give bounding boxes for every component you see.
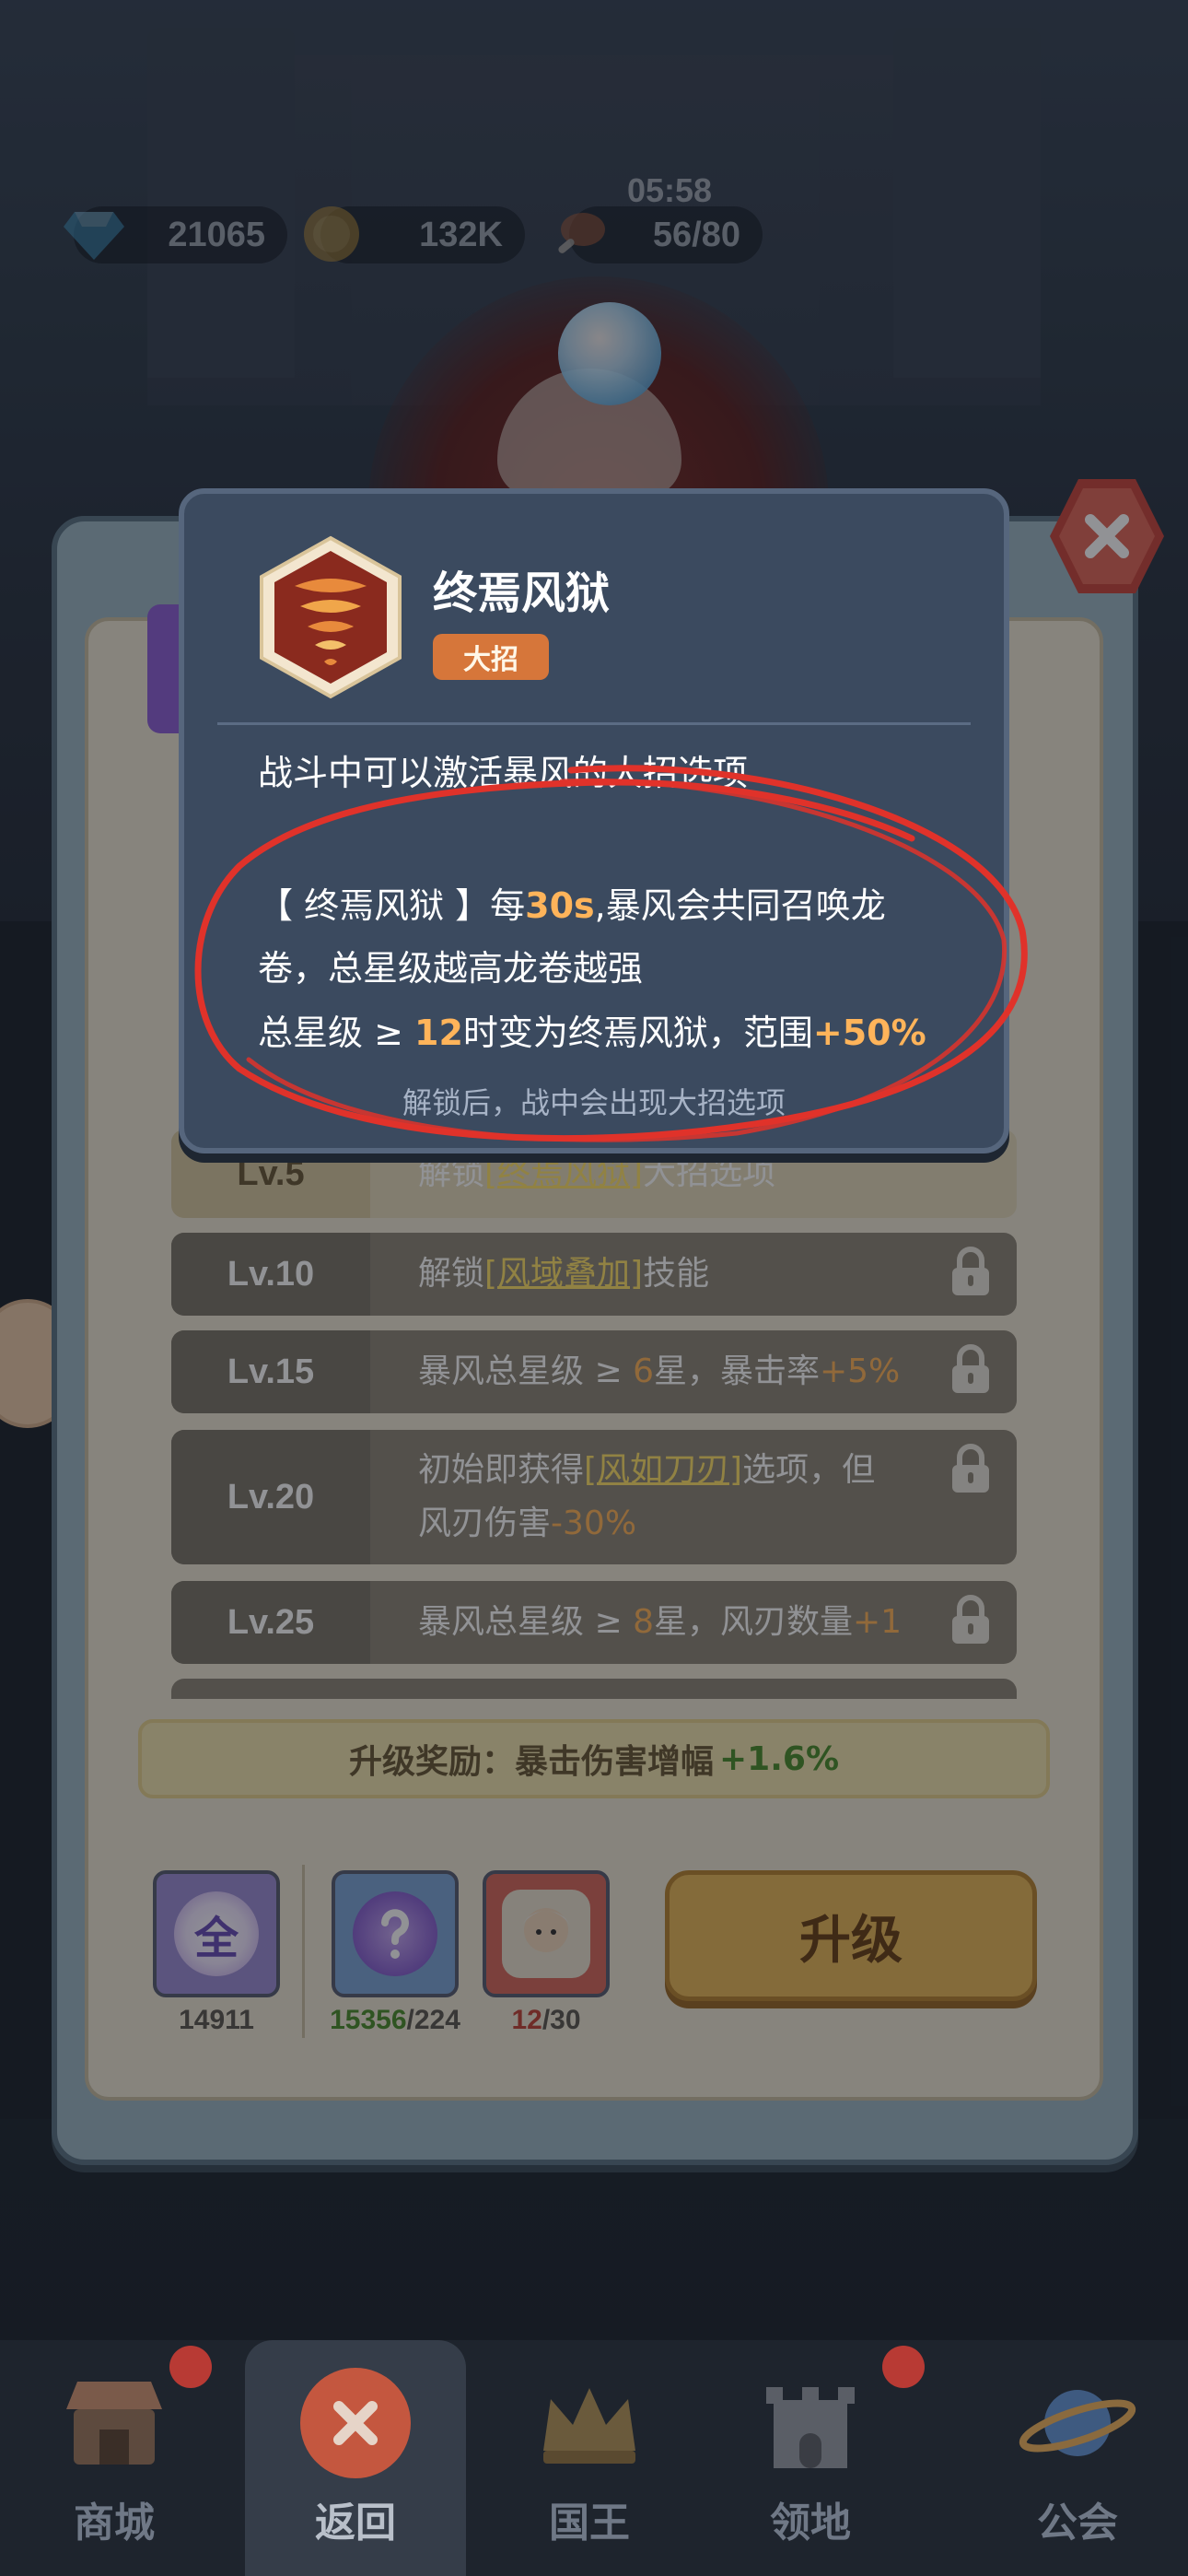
nav-king[interactable]: 国王: [479, 2340, 700, 2576]
nav-label: 公会: [1037, 2500, 1118, 2547]
desc-text: 【 终焉风狱 】每: [258, 885, 526, 926]
nav-label: 领地: [770, 2500, 851, 2547]
skill-description-line: 卷，总星级越高龙卷越强: [258, 948, 644, 989]
planet-icon: [1018, 2368, 1137, 2478]
desc-text: 总星级 ≥: [258, 1013, 414, 1053]
unlock-note: 解锁后，战中会出现大招选项: [402, 1085, 786, 1120]
popup-overlay[interactable]: [0, 0, 1188, 2576]
skill-summary: 战斗中可以激活暴风的大招选项: [258, 753, 749, 793]
nav-label: 返回: [315, 2500, 396, 2547]
desc-text: 时变为终焉风狱，范围: [462, 1013, 813, 1053]
shop-icon: [54, 2368, 174, 2478]
popup-divider: [217, 722, 971, 725]
nav-back[interactable]: 返回: [245, 2340, 466, 2576]
nav-guild[interactable]: 公会: [967, 2340, 1188, 2576]
skill-type-badge: 大招: [433, 634, 549, 680]
skill-description-line: 总星级 ≥ 12时变为终焉风狱，范围+50%: [258, 1004, 926, 1055]
crown-icon: [530, 2368, 649, 2478]
notification-badge: [882, 2346, 925, 2388]
tornado-skill-icon: [260, 535, 402, 699]
desc-value: 30s: [525, 885, 595, 926]
skill-name: 终焉风狱: [433, 568, 611, 619]
skill-description-line: 【 终焉风狱 】每30s,暴风会共同召唤龙: [258, 877, 886, 928]
back-icon: [296, 2368, 415, 2478]
notification-badge: [169, 2346, 212, 2388]
castle-icon: [751, 2368, 870, 2478]
nav-label: 商城: [74, 2500, 155, 2547]
desc-value: +50%: [812, 1013, 926, 1053]
nav-label: 国王: [549, 2500, 630, 2547]
desc-text: ,暴风会共同召唤龙: [594, 885, 886, 926]
desc-value: 12: [414, 1013, 463, 1053]
